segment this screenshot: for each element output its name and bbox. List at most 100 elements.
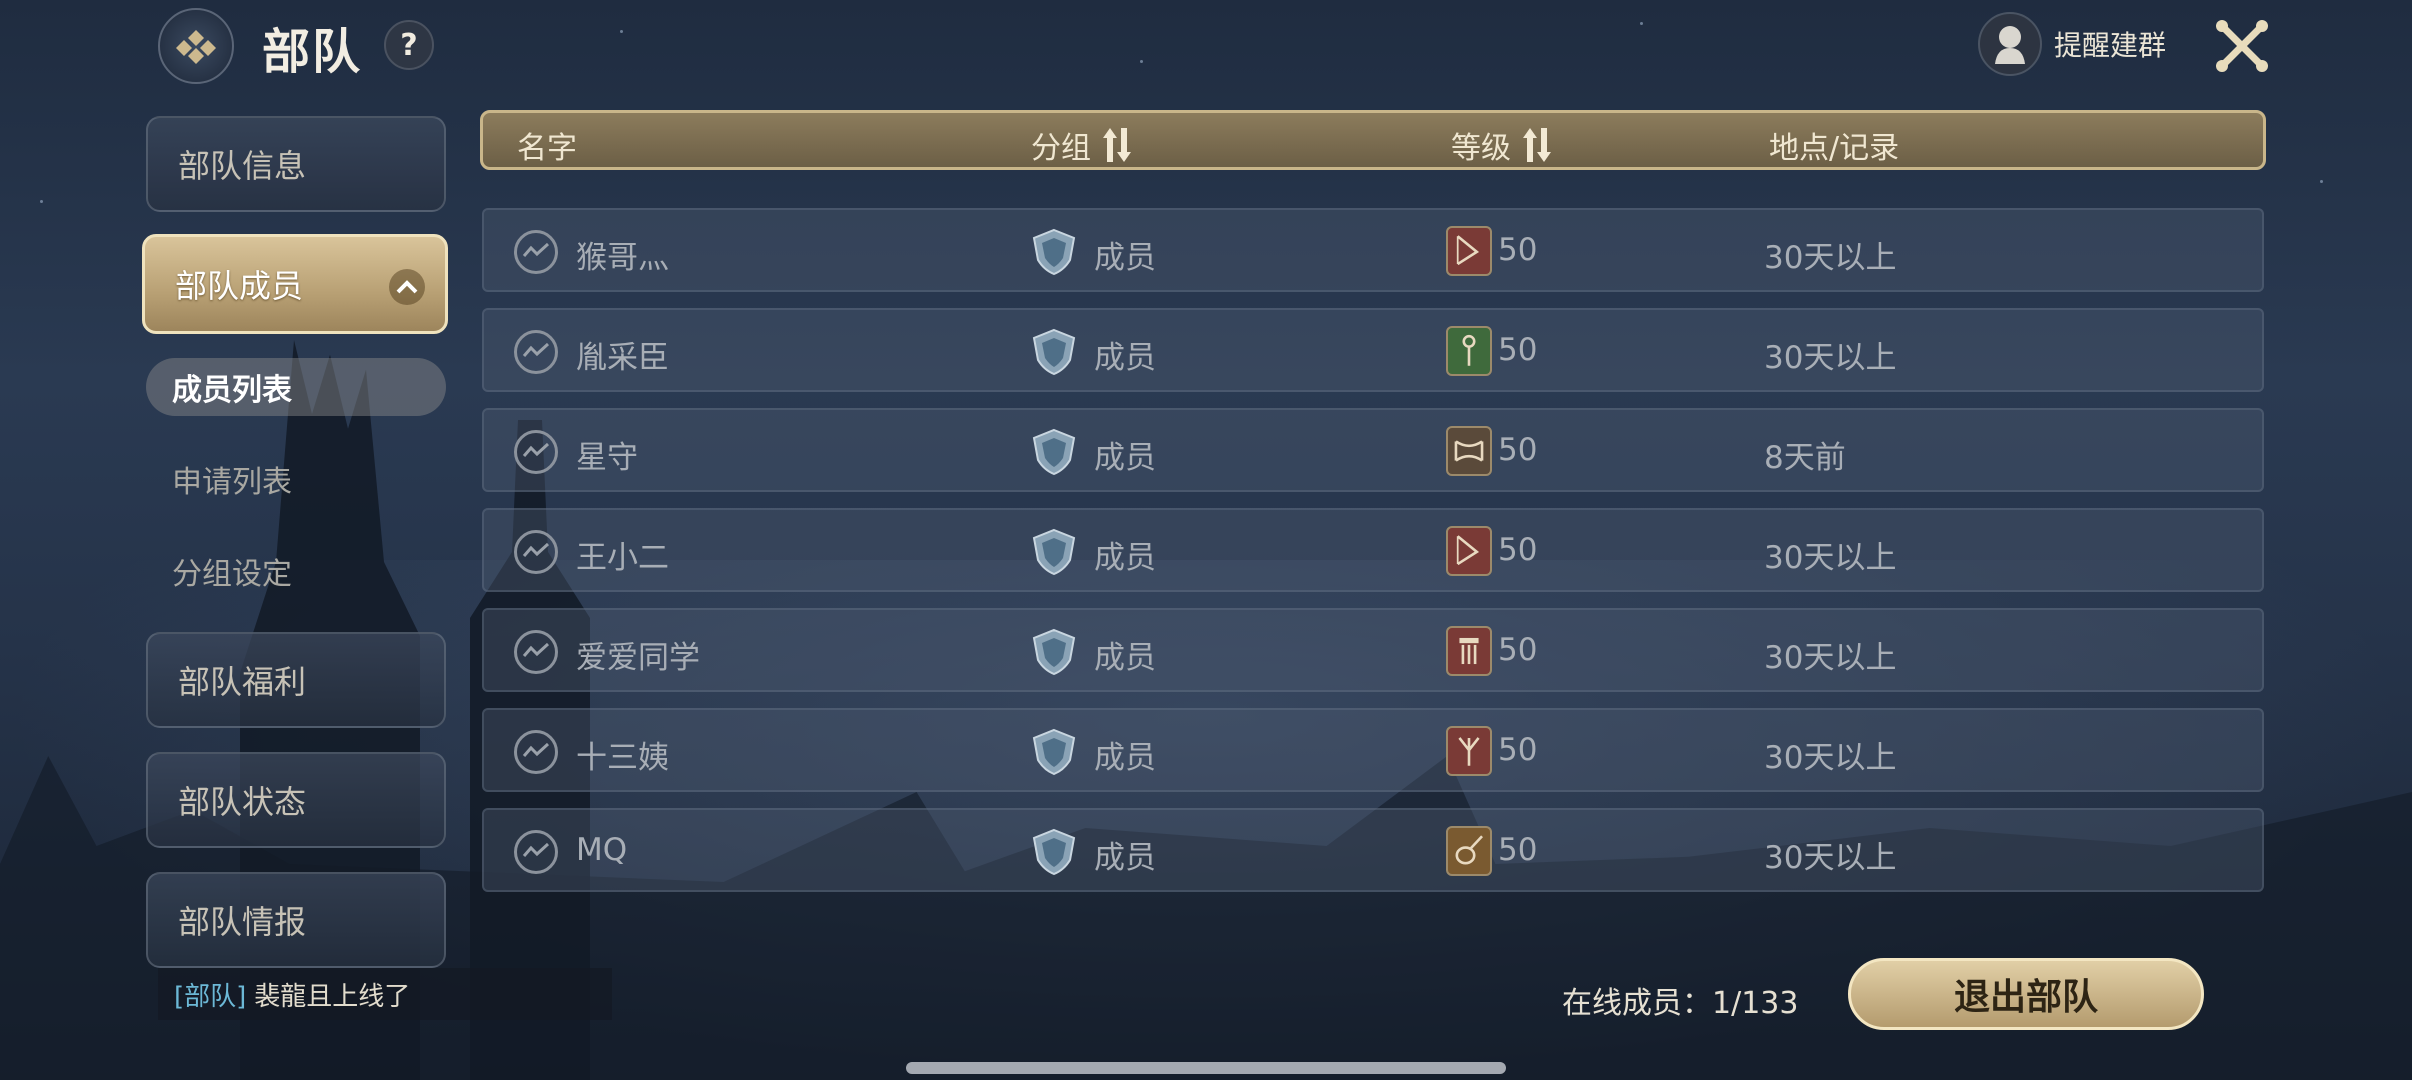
member-group: 成员 — [1094, 640, 1156, 676]
remind-group-label: 提醒建群 — [2054, 29, 2167, 62]
bow-icon — [1446, 226, 1492, 276]
table-row[interactable]: 胤采臣 成员 50 30天以上 — [482, 308, 2264, 392]
member-name: 王小二 — [576, 540, 669, 576]
star — [1140, 60, 1143, 63]
member-level: 50 — [1498, 432, 1538, 468]
sidebar-item-label: 部队福利 — [178, 663, 307, 701]
member-group: 成员 — [1094, 540, 1156, 576]
member-name: 猴哥灬 — [576, 240, 669, 276]
member-level: 50 — [1498, 532, 1538, 568]
online-members-count: 在线成员：1/133 — [1562, 986, 1799, 1021]
table-row[interactable]: 十三姨 成员 50 30天以上 — [482, 708, 2264, 792]
bow-icon — [1446, 526, 1492, 576]
member-record: 8天前 — [1764, 440, 1846, 476]
column-header-name: 名字 — [517, 123, 577, 167]
sidebar-item-label: 部队状态 — [178, 783, 307, 821]
page-title: 部队 — [262, 24, 363, 80]
table-row[interactable]: 猴哥灬 成员 50 30天以上 — [482, 208, 2264, 292]
member-level: 50 — [1498, 232, 1538, 268]
member-record: 30天以上 — [1764, 340, 1897, 376]
message-channel-tag: [部队] — [174, 981, 247, 1012]
member-status-icon — [514, 430, 558, 474]
member-level: 50 — [1498, 732, 1538, 768]
member-name: 星守 — [576, 440, 638, 476]
member-group: 成员 — [1094, 440, 1156, 476]
sort-icon — [1523, 128, 1551, 162]
troop-emblem-icon — [158, 8, 234, 84]
table-row[interactable]: MQ 成员 50 30天以上 — [482, 808, 2264, 892]
member-record: 30天以上 — [1764, 640, 1897, 676]
subitem-label: 分组设定 — [172, 557, 292, 592]
message-text: 裴龍且上线了 — [254, 981, 411, 1012]
subitem-application-list[interactable]: 申请列表 — [146, 450, 446, 508]
member-status-icon — [514, 330, 558, 374]
member-status-icon — [514, 730, 558, 774]
member-level: 50 — [1498, 332, 1538, 368]
member-name: 胤采臣 — [576, 340, 669, 376]
member-group: 成员 — [1094, 840, 1156, 876]
member-record: 30天以上 — [1764, 740, 1897, 776]
subitem-group-settings[interactable]: 分组设定 — [146, 542, 446, 600]
remind-group-button[interactable]: 提醒建群 — [1978, 12, 2166, 76]
sidebar-item-troop-info[interactable]: 部队信息 — [146, 116, 446, 212]
subitem-label: 成员列表 — [172, 373, 292, 408]
star — [40, 200, 43, 203]
member-status-icon — [514, 230, 558, 274]
sidebar-item-troop-welfare[interactable]: 部队福利 — [146, 632, 446, 728]
sidebar-item-troop-members[interactable]: 部队成员 — [142, 234, 448, 334]
column-label: 等级 — [1451, 131, 1511, 166]
close-icon[interactable] — [2212, 16, 2272, 76]
sort-icon — [1103, 128, 1131, 162]
shield-icon — [1032, 828, 1076, 876]
member-status-icon — [514, 630, 558, 674]
column-label: 名字 — [517, 131, 577, 166]
member-record: 30天以上 — [1764, 540, 1897, 576]
column-label: 地点/记录 — [1769, 131, 1900, 166]
table-row[interactable]: 王小二 成员 50 30天以上 — [482, 508, 2264, 592]
home-indicator[interactable] — [906, 1062, 1506, 1074]
staff-icon — [1446, 326, 1492, 376]
member-group: 成员 — [1094, 740, 1156, 776]
star — [620, 30, 623, 33]
shield-icon — [1032, 428, 1076, 476]
sidebar-item-troop-status[interactable]: 部队状态 — [146, 752, 446, 848]
star — [1640, 22, 1643, 25]
sidebar-item-troop-intel[interactable]: 部队情报 — [146, 872, 446, 968]
member-record: 30天以上 — [1764, 840, 1897, 876]
column-header-level[interactable]: 等级 — [1451, 123, 1551, 167]
star-guard-icon — [1446, 426, 1492, 476]
sidebar-item-label: 部队信息 — [178, 147, 307, 185]
column-header-group[interactable]: 分组 — [1031, 123, 1131, 167]
subitem-member-list[interactable]: 成员列表 — [146, 358, 446, 416]
member-record: 30天以上 — [1764, 240, 1897, 276]
sidebar-item-label: 部队情报 — [178, 903, 307, 941]
member-name: 爱爱同学 — [576, 640, 700, 676]
shield-icon — [1032, 728, 1076, 776]
star — [2320, 180, 2323, 183]
shield-icon — [1032, 228, 1076, 276]
sidebar-item-label: 部队成员 — [175, 267, 304, 305]
member-status-icon — [514, 830, 558, 874]
member-status-icon — [514, 530, 558, 574]
chat-message-bar[interactable]: [部队] 裴龍且上线了 — [158, 968, 612, 1020]
help-button[interactable]: ? — [384, 20, 434, 70]
lute-icon — [1446, 826, 1492, 876]
column-label: 分组 — [1031, 131, 1091, 166]
table-row[interactable]: 星守 成员 50 8天前 — [482, 408, 2264, 492]
shield-icon — [1032, 628, 1076, 676]
exit-troop-button[interactable]: 退出部队 — [1848, 958, 2204, 1030]
avatar-icon — [1978, 12, 2042, 76]
member-group: 成员 — [1094, 340, 1156, 376]
table-header: 名字 分组 等级 地点/记录 — [480, 110, 2266, 170]
member-name: 十三姨 — [576, 740, 669, 776]
pillar-icon — [1446, 626, 1492, 676]
column-header-location: 地点/记录 — [1769, 123, 1899, 167]
shield-icon — [1032, 328, 1076, 376]
table-row[interactable]: 爱爱同学 成员 50 30天以上 — [482, 608, 2264, 692]
member-name: MQ — [576, 832, 628, 868]
subitem-label: 申请列表 — [172, 465, 292, 500]
member-group: 成员 — [1094, 240, 1156, 276]
member-level: 50 — [1498, 632, 1538, 668]
chevron-up-icon — [389, 269, 425, 305]
trident-icon — [1446, 726, 1492, 776]
